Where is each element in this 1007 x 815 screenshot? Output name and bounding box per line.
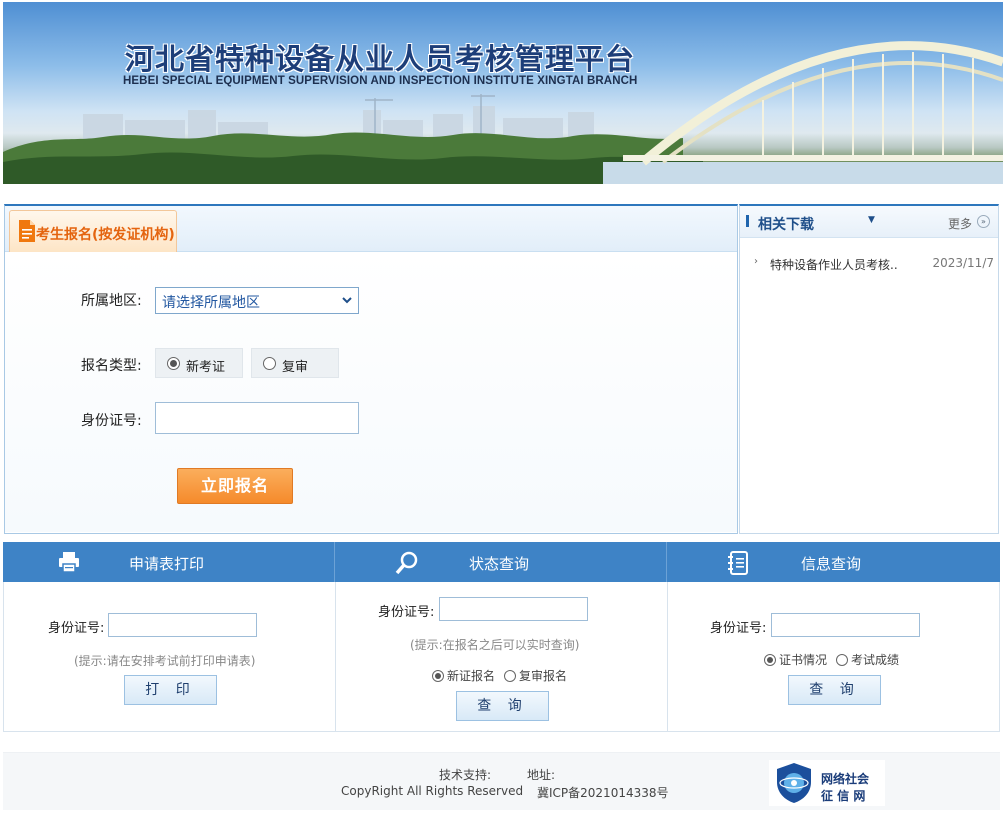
chevron-right-icon: › [754,256,758,267]
radio-certificate-status-dot[interactable] [764,654,776,666]
shield-icon [777,763,811,803]
radio-exam-score-label: 考试成绩 [851,653,900,667]
magnifier-icon [395,551,418,575]
region-select-value: 请选择所属地区 [162,295,260,311]
info-query-button[interactable]: 查 询 [788,675,881,705]
print-panel-title: 申请表打印 [129,555,205,573]
radio-new-certificate-label: 新考证 [186,360,226,375]
banner-scenery [3,41,1003,184]
print-panel: 身份证号: (提示:请在安排考试前打印申请表) 打 印 [3,582,336,732]
icp-link[interactable]: 冀ICP备2021014338号 [537,784,669,801]
print-id-input[interactable] [108,613,257,637]
list-item[interactable]: › 特种设备作业人员考核.. 2023/11/7 [754,256,994,272]
header-banner: 河北省特种设备从业人员考核管理平台 HEBEI SPECIAL EQUIPMEN… [3,2,1003,184]
radio-new-certificate[interactable]: 新考证 [155,348,243,378]
id-number-label: 身份证号: [81,413,142,429]
registration-form: 所属地区: 请选择所属地区 报名类型: 新考证 复审 身份证号: 立即报名 [5,252,737,532]
radio-new-registration-label: 新证报名 [447,669,496,683]
badge-line-2: 征 信 网 [821,789,866,803]
radio-exam-score[interactable]: 考试成绩 [836,651,899,668]
radio-review[interactable]: 复审 [251,348,339,378]
downloads-header: 相关下载 ▼ 更多 » [740,206,998,238]
print-id-label: 身份证号: [48,621,105,636]
credit-badge[interactable]: 网络社会 征 信 网 [769,760,885,806]
info-panel-header: 信息查询 [667,542,1000,582]
copyright-text: CopyRight All Rights Reserved [341,784,524,798]
notebook-icon [728,551,748,575]
info-panel: 身份证号: 证书情况 考试成绩 查 询 [667,582,1000,732]
tab-registration-label: 考生报名(按发证机构) [36,227,175,243]
caret-down-icon: ▼ [868,215,875,225]
registration-type-label: 报名类型: [81,358,142,374]
status-id-label: 身份证号: [378,605,435,620]
downloads-more-link[interactable]: 更多 [948,215,972,232]
double-chevron-right-icon[interactable]: » [977,215,990,228]
radio-exam-score-dot[interactable] [836,654,848,666]
print-panel-header: 申请表打印 [3,542,335,582]
status-hint: (提示:在报名之后可以实时查询) [410,638,580,652]
radio-certificate-status-label: 证书情况 [779,653,828,667]
address-label: 地址: [527,768,556,782]
badge-line-1: 网络社会 [821,772,870,786]
id-number-input[interactable] [155,402,359,434]
radio-review-registration-dot[interactable] [504,670,516,682]
status-query-button[interactable]: 查 询 [456,691,549,721]
downloads-title: 相关下载 [758,217,814,233]
registration-header: 考生报名(按发证机构) [5,206,737,252]
status-panel-title: 状态查询 [469,555,530,573]
status-panel: 身份证号: (提示:在报名之后可以实时查询) 新证报名 复审报名 查 询 [335,582,668,732]
status-panel-header: 状态查询 [335,542,667,582]
radio-new-registration-dot[interactable] [432,670,444,682]
site-subtitle: HEBEI SPECIAL EQUIPMENT SUPERVISION AND … [123,75,638,87]
downloads-panel: 相关下载 ▼ 更多 » › 特种设备作业人员考核.. 2023/11/7 [739,204,999,534]
tab-registration[interactable]: 考生报名(按发证机构) [9,210,177,252]
apply-now-button[interactable]: 立即报名 [177,468,293,504]
download-item-date: 2023/11/7 [932,256,994,270]
query-panels-header: 申请表打印 状态查询 信息查询 [3,542,1000,582]
radio-review-label: 复审 [282,360,309,375]
chevron-down-icon [342,297,352,304]
radio-review-registration-label: 复审报名 [519,669,568,683]
footer: 技术支持: 地址: CopyRight All Rights Reserved … [3,752,1000,810]
info-panel-title: 信息查询 [801,555,862,573]
radio-review-registration[interactable]: 复审报名 [504,667,567,684]
info-id-label: 身份证号: [710,621,767,636]
print-hint: (提示:请在安排考试前打印申请表) [74,654,256,668]
header-accent-bar [746,215,749,227]
download-item-name[interactable]: 特种设备作业人员考核.. [770,256,898,273]
radio-review-dot[interactable] [263,357,276,370]
print-button[interactable]: 打 印 [124,675,217,705]
registration-panel: 考生报名(按发证机构) 所属地区: 请选择所属地区 报名类型: 新考证 复审 身… [4,204,738,534]
region-label: 所属地区: [81,293,142,309]
tech-support-label: 技术支持: [439,768,492,782]
printer-icon [59,552,79,573]
radio-new-certificate-dot[interactable] [167,357,180,370]
info-id-input[interactable] [771,613,920,637]
document-icon [19,220,35,242]
status-id-input[interactable] [439,597,588,621]
region-select[interactable]: 请选择所属地区 [155,287,359,314]
radio-new-registration[interactable]: 新证报名 [432,667,495,684]
site-title: 河北省特种设备从业人员考核管理平台 [125,42,636,76]
radio-certificate-status[interactable]: 证书情况 [764,651,827,668]
